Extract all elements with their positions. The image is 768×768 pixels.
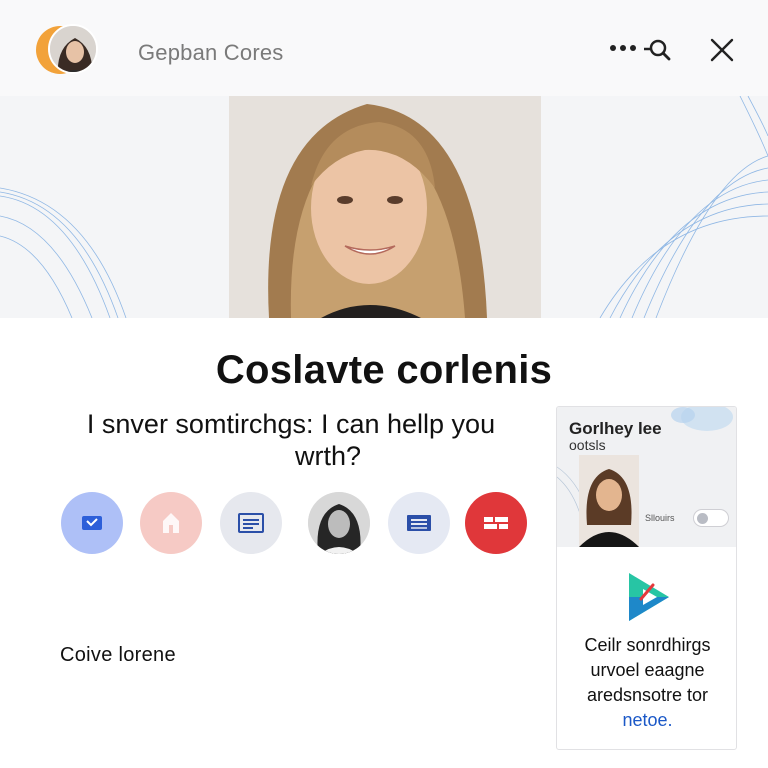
profile-avatar[interactable] bbox=[36, 24, 98, 76]
grid-chip-button[interactable] bbox=[465, 492, 527, 554]
send-chip-button[interactable] bbox=[61, 492, 123, 554]
footer-label: Coive lorene bbox=[60, 644, 176, 666]
assistant-prompt: I snver somtirchgs: I can hellp you wrth… bbox=[56, 408, 526, 472]
home-chip-button[interactable] bbox=[140, 492, 202, 554]
card-body-text: Ceilr sonrdhirgs urvoel eaagne aredsnsot… bbox=[565, 633, 730, 733]
hero-portrait-photo bbox=[229, 96, 541, 318]
card-body-line-1: Ceilr sonrdhirgs bbox=[584, 635, 711, 655]
send-icon bbox=[82, 516, 102, 530]
card-toggle[interactable] bbox=[693, 509, 729, 527]
card-body-link[interactable]: netoe. bbox=[565, 708, 730, 733]
card-body-line-2: urvoel eaagne bbox=[590, 660, 705, 680]
card-title: Gorlhey lee bbox=[569, 419, 662, 438]
hero-banner bbox=[0, 96, 768, 318]
card-person-photo bbox=[579, 455, 639, 547]
prompt-line-2: wrth? bbox=[294, 441, 362, 471]
person-chip-button[interactable] bbox=[308, 492, 370, 554]
prompt-line-1: I snver somtirchgs: I can hellp you bbox=[86, 409, 496, 439]
card-preview: Gorlhey lee ootsls Sllouirs bbox=[557, 407, 736, 547]
app-title: Gepban Cores bbox=[138, 40, 284, 65]
home-icon bbox=[163, 513, 179, 533]
more-icon[interactable] bbox=[608, 36, 642, 60]
list-icon bbox=[407, 515, 431, 531]
close-icon[interactable] bbox=[708, 36, 736, 64]
search-icon[interactable] bbox=[644, 36, 672, 64]
app-header: Gepban Cores bbox=[0, 0, 768, 96]
card-meta-text: Sllouirs bbox=[645, 513, 675, 523]
suggestion-card[interactable]: Gorlhey lee ootsls Sllouirs Ceilr sonrdh… bbox=[556, 406, 737, 750]
list-chip-button[interactable] bbox=[388, 492, 450, 554]
grid-icon bbox=[484, 517, 508, 529]
person-photo bbox=[308, 492, 370, 554]
document-chip-button[interactable] bbox=[220, 492, 282, 554]
document-icon bbox=[238, 513, 264, 533]
play-logo-icon bbox=[629, 573, 669, 621]
page-headline: Coslavte corlenis bbox=[215, 348, 553, 392]
avatar-photo bbox=[48, 24, 98, 74]
card-body-line-3: aredsnsotre tor bbox=[586, 685, 709, 705]
card-subtitle: ootsls bbox=[569, 437, 606, 453]
